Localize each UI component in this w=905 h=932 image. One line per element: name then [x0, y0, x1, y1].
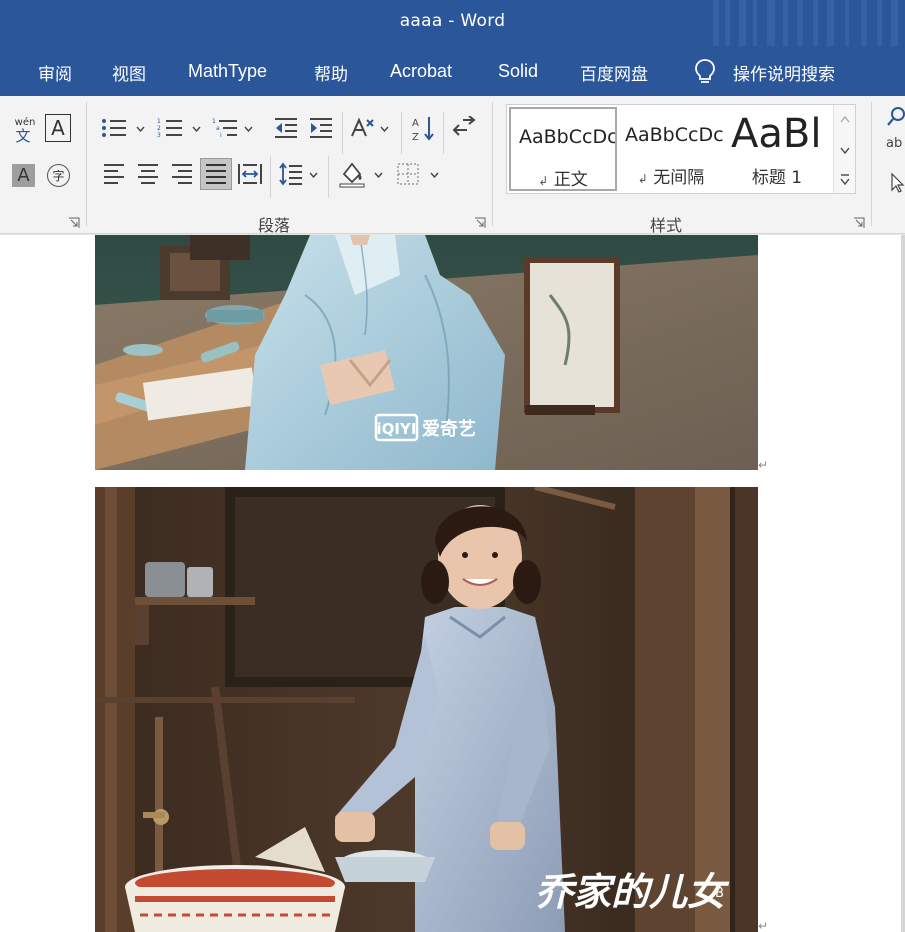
styles-group-label: 样式 [650, 216, 683, 235]
borders-icon[interactable] [394, 161, 422, 187]
style-heading-1[interactable]: AaBl 标题 1 [727, 107, 827, 191]
style-no-spacing[interactable]: AaBbCcDc ↲ 无间隔 [617, 107, 725, 191]
iqiyi-watermark-text: 爱奇艺 [422, 418, 476, 440]
style-name: 无间隔 [653, 168, 705, 188]
paragraph-dialog-launcher-icon[interactable] [474, 217, 486, 229]
gallery-more[interactable] [833, 165, 855, 193]
character-border-button[interactable]: A [45, 114, 71, 142]
svg-text:a: a [216, 125, 220, 132]
style-name: 标题 1 [751, 168, 803, 188]
show-hide-marks-icon[interactable] [451, 116, 477, 140]
svg-text:1: 1 [157, 118, 161, 125]
tab-5[interactable]: Solid [498, 61, 538, 82]
svg-text:Z: Z [412, 132, 419, 142]
chevron-down-icon[interactable] [380, 126, 389, 132]
document-area[interactable]: iQIYI 爱奇艺 ↵ 乔家的儿女 B ↵ [0, 235, 905, 932]
paragraph-mark: ↵ [758, 458, 769, 472]
paragraph-mark: ↲ [637, 172, 648, 186]
tell-me-search[interactable]: 操作说明搜索 [733, 60, 835, 85]
character-border-glyph: A [51, 116, 65, 140]
character-shading-glyph: A [17, 165, 30, 186]
svg-text:1: 1 [212, 118, 216, 125]
style-sample: AaBl [731, 111, 822, 157]
qiaojia-watermark: 乔家的儿女 B [535, 869, 730, 914]
chevron-down-icon[interactable] [136, 126, 145, 132]
chevron-down-icon[interactable] [244, 126, 253, 132]
distributed-icon[interactable] [236, 161, 264, 187]
chevron-down-icon[interactable] [309, 172, 318, 178]
align-right-icon[interactable] [168, 161, 196, 187]
paragraph-mark: ↲ [538, 174, 549, 188]
select-cursor-icon[interactable] [890, 172, 905, 194]
style-normal[interactable]: AaBbCcDc ↲ 正文 [509, 107, 617, 191]
phonetic-guide-button[interactable]: wén 文 [10, 114, 40, 144]
tab-2[interactable]: MathType [188, 61, 267, 82]
decrease-indent-icon[interactable] [273, 116, 299, 140]
title-bar: aaaa - Word [0, 0, 905, 46]
svg-text:i: i [220, 132, 222, 139]
align-left-icon[interactable] [100, 161, 128, 187]
styles-gallery: AaBbCcDc ↲ 正文 AaBbCcDc ↲ 无间隔 AaBl 标题 1 [506, 104, 856, 194]
ribbon-tab-bar: 审阅 视图 MathType 帮助 Acrobat Solid 百度网盘 操作说明搜索 [0, 46, 905, 96]
tab-1[interactable]: 视图 [112, 60, 146, 85]
styles-dialog-launcher-icon[interactable] [853, 217, 865, 229]
style-sample: AaBbCcDc [519, 126, 617, 148]
document-image-1[interactable]: iQIYI 爱奇艺 [95, 235, 758, 470]
iqiyi-logo-text: iQIYI [377, 420, 417, 438]
bullets-icon[interactable] [100, 116, 128, 140]
chevron-down-icon[interactable] [192, 126, 201, 132]
svg-text:3: 3 [157, 132, 161, 139]
find-icon[interactable] [886, 106, 905, 128]
sort-icon[interactable]: A Z [410, 114, 436, 142]
style-sample: AaBbCcDc [625, 124, 724, 146]
replace-icon[interactable]: ab [886, 136, 902, 151]
qiaojia-watermark-text: 乔家的儿女 [535, 869, 730, 914]
style-name: 正文 [553, 170, 588, 190]
character-shading-button[interactable]: A [12, 164, 35, 187]
tab-3[interactable]: 帮助 [314, 60, 348, 85]
vertical-scrollbar[interactable] [901, 235, 905, 932]
shading-icon[interactable] [338, 159, 366, 189]
paragraph-group-label: 段落 [258, 216, 291, 235]
document-image-2[interactable]: 乔家的儿女 B [95, 487, 758, 932]
gallery-scroll-up[interactable] [833, 105, 855, 135]
svg-text:2: 2 [157, 125, 161, 132]
gallery-scroll-down[interactable] [833, 135, 855, 165]
qiaojia-watermark-small: B [715, 886, 724, 901]
chevron-down-icon[interactable] [374, 172, 383, 178]
chevron-down-icon[interactable] [430, 172, 439, 178]
tab-4[interactable]: Acrobat [390, 61, 452, 82]
justify-icon[interactable] [200, 158, 232, 190]
ribbon: wén 文 A A 字 123 1ai A Z 段落 AaBbCcDc ↲ 正文… [0, 96, 905, 235]
numbering-icon[interactable]: 123 [156, 116, 184, 140]
svg-text:A: A [412, 118, 419, 129]
align-center-icon[interactable] [134, 161, 162, 187]
multilevel-list-icon[interactable]: 1ai [211, 116, 239, 140]
tab-6[interactable]: 百度网盘 [580, 60, 648, 85]
increase-indent-icon[interactable] [308, 116, 334, 140]
lightbulb-icon[interactable] [693, 58, 717, 86]
phonetic-guide-char: 文 [15, 127, 30, 144]
chinese-layout-icon[interactable] [349, 116, 375, 140]
window-title: aaaa - Word [399, 11, 506, 31]
enclose-characters-button[interactable]: 字 [47, 164, 70, 187]
enclose-characters-glyph: 字 [52, 169, 65, 183]
line-spacing-icon[interactable] [277, 161, 305, 187]
tab-0[interactable]: 审阅 [38, 60, 72, 85]
paragraph-mark: ↵ [758, 919, 769, 932]
font-dialog-launcher-icon[interactable] [68, 217, 80, 229]
